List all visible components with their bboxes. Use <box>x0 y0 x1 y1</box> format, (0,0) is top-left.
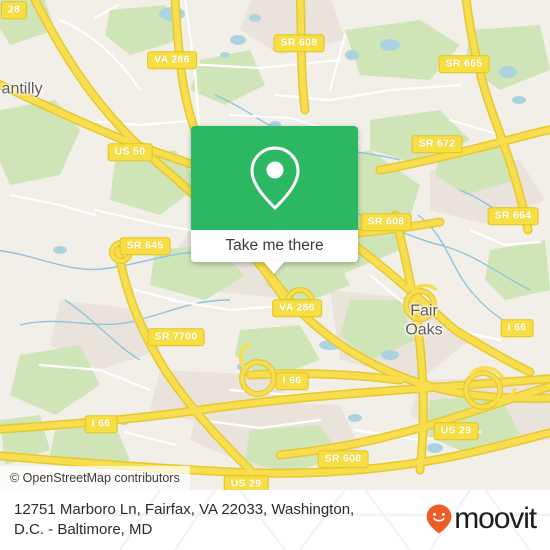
road-shield: US 50 <box>107 143 153 161</box>
moovit-wordmark: moovit <box>454 502 537 535</box>
road-shield: VA 286 <box>147 51 197 69</box>
road-shield: SR 608 <box>273 34 325 52</box>
road-shield: I 66 <box>275 372 309 390</box>
moovit-logo: moovit <box>426 502 537 535</box>
road-shield: SR 7700 <box>147 328 205 346</box>
location-callout-card[interactable]: Take me there <box>191 126 358 262</box>
take-me-there-label: Take me there <box>225 237 324 254</box>
road-shield: SR 645 <box>119 237 171 255</box>
road-shield: 28 <box>0 1 28 19</box>
map-canvas[interactable]: 28 VA 286 SR 608 SR 665 US 50 SR 672 SR … <box>0 0 550 490</box>
map-pin-icon <box>249 146 300 211</box>
road-shield: SR 665 <box>438 55 490 73</box>
moovit-smiley-pin-icon <box>426 504 452 534</box>
map-attribution: © OpenStreetMap contributors <box>0 466 190 490</box>
place-label-fair-oaks: Fair <box>410 302 438 320</box>
callout-action[interactable]: Take me there <box>191 230 358 262</box>
road-shield: SR 672 <box>411 135 463 153</box>
road-shield: I 66 <box>84 415 118 433</box>
address-line-2: D.C. - Baltimore, MD <box>14 521 153 538</box>
road-shield: US 29 <box>433 422 479 440</box>
place-label-fair-oaks: Oaks <box>405 321 443 339</box>
road-shield: I 66 <box>500 319 534 337</box>
road-shield: VA 286 <box>272 299 322 317</box>
address-block: 12751 Marboro Ln, Fairfax, VA 22033, Was… <box>14 500 414 540</box>
road-shield: SR 608 <box>317 450 369 468</box>
place-label-chantilly: antilly <box>1 80 43 98</box>
callout-header <box>191 126 358 230</box>
attribution-text: © OpenStreetMap contributors <box>10 471 180 485</box>
road-shield: SR 608 <box>360 213 412 231</box>
footer-bar: 12751 Marboro Ln, Fairfax, VA 22033, Was… <box>0 490 550 550</box>
map-screenshot: 28 VA 286 SR 608 SR 665 US 50 SR 672 SR … <box>0 0 550 550</box>
callout-pointer <box>263 261 285 274</box>
road-shield: US 29 <box>223 475 269 490</box>
road-shield: SR 664 <box>487 207 539 225</box>
address-line-1: 12751 Marboro Ln, Fairfax, VA 22033, Was… <box>14 501 355 518</box>
